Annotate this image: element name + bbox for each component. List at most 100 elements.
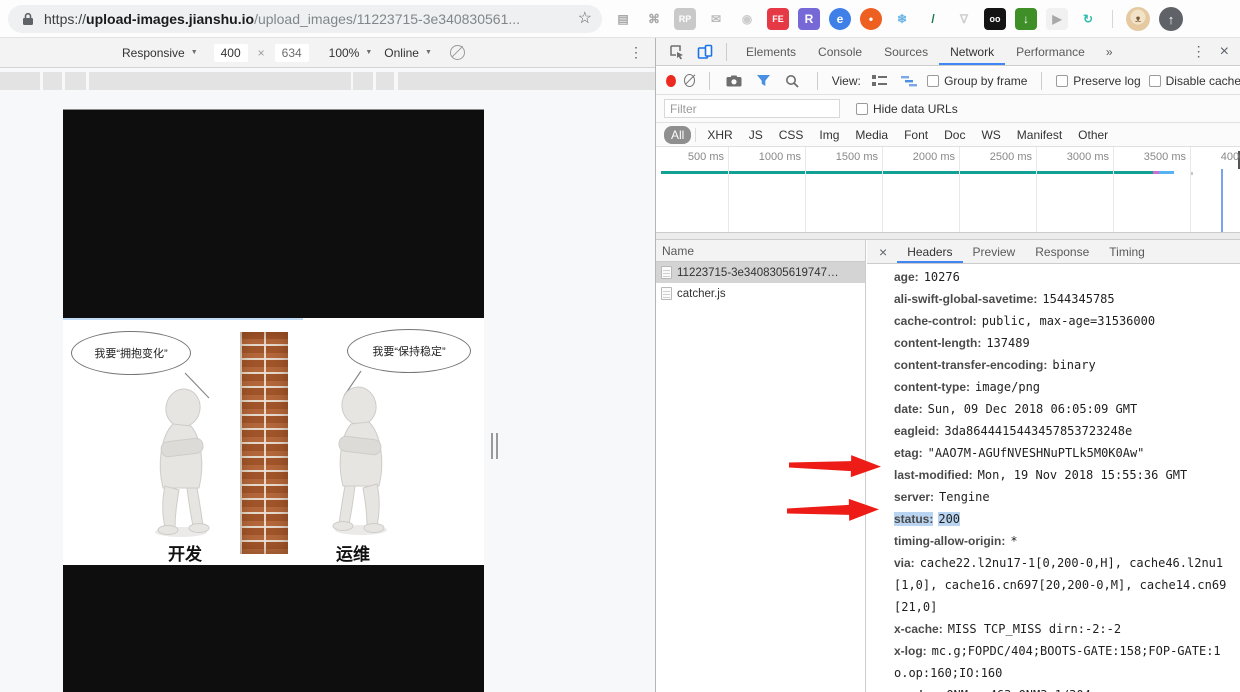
request-row[interactable]: 11223715-3e3408305619747… [656, 262, 865, 283]
close-details-icon[interactable]: × [867, 244, 897, 260]
detail-tab-response[interactable]: Response [1025, 240, 1099, 263]
ext-shield-icon[interactable]: ∇ [953, 8, 975, 30]
type-filter-doc[interactable]: Doc [937, 126, 972, 144]
ext-green-slash-icon[interactable]: / [922, 8, 944, 30]
lock-icon [22, 12, 34, 26]
type-filter-xhr[interactable]: XHR [700, 126, 739, 144]
file-icon [661, 266, 672, 279]
request-name: 11223715-3e3408305619747… [677, 266, 839, 279]
ext-copy-page-icon[interactable]: ▤ [612, 8, 634, 30]
ext-snowflake-icon[interactable]: ❄ [891, 8, 913, 30]
device-toolbar-toggle-icon[interactable] [692, 41, 718, 63]
more-tabs-button[interactable]: » [1098, 45, 1121, 59]
device-presets-bar[interactable] [0, 72, 655, 90]
device-preset-segment-0[interactable] [0, 72, 40, 90]
type-filter-font[interactable]: Font [897, 126, 935, 144]
tab-sources[interactable]: Sources [873, 38, 939, 65]
disable-cache-checkbox[interactable]: Disable cache [1148, 74, 1240, 88]
tab-elements[interactable]: Elements [735, 38, 807, 65]
ext-fe-icon[interactable]: FE [767, 8, 789, 30]
device-mode-select[interactable]: Responsive ▼ [122, 46, 198, 60]
waterfall-view-icon[interactable] [898, 70, 919, 92]
viewport-height-input[interactable]: 634 [274, 43, 309, 62]
type-filter-ws[interactable]: WS [974, 126, 1007, 144]
record-button[interactable] [666, 74, 676, 87]
header-line-x-cache: x-cache: MISS TCP_MISS dirn:-2:-2 [894, 618, 1240, 640]
pill-divider [695, 127, 697, 142]
network-throttle-select[interactable]: Online ▼ [384, 46, 432, 60]
header-value: public, max-age=31536000 [981, 314, 1156, 328]
ext-mail-icon[interactable]: ✉ [705, 8, 727, 30]
header-value: Mon, 19 Nov 2018 15:55:36 GMT [977, 468, 1188, 482]
header-value: Sun, 09 Dec 2018 06:05:09 GMT [927, 402, 1138, 416]
address-bar[interactable]: https://upload-images.jianshu.io/upload_… [8, 5, 602, 33]
capture-screenshots-icon[interactable] [724, 70, 745, 92]
large-rows-view-icon[interactable] [869, 70, 890, 92]
group-by-frame-checkbox[interactable]: Group by frame [927, 74, 1027, 88]
url-host: upload-images.jianshu.io [86, 11, 255, 27]
browser-update-button[interactable]: ↑ [1159, 7, 1183, 31]
filter-input[interactable] [664, 99, 840, 118]
request-row[interactable]: catcher.js [656, 283, 865, 304]
ext-rp-book-icon[interactable]: RP [674, 8, 696, 30]
overview-table-divider[interactable] [656, 232, 1240, 240]
filter-icon[interactable] [753, 70, 774, 92]
header-line-content-transfer-encoding: content-transfer-encoding: binary [894, 354, 1240, 376]
timeline-tick-label: 1500 ms [835, 151, 878, 163]
speech-text-left: 我要“拥抱变化” [94, 348, 168, 360]
profile-avatar[interactable]: ᴥ [1126, 7, 1150, 31]
device-preset-segment-3[interactable] [89, 72, 351, 90]
header-value: binary [1052, 358, 1096, 372]
ext-e-circle-icon[interactable]: e [829, 8, 851, 30]
tab-network[interactable]: Network [939, 38, 1005, 65]
ext-orange-circle-icon[interactable]: • [860, 8, 882, 30]
type-filter-all[interactable]: All [664, 125, 692, 144]
device-preset-segment-4[interactable] [353, 72, 373, 90]
devtools-close-icon[interactable]: × [1216, 43, 1240, 61]
viewport-resize-handle[interactable] [491, 433, 499, 459]
header-name: date: [894, 402, 923, 416]
device-preset-segment-1[interactable] [43, 72, 62, 90]
search-icon[interactable] [782, 70, 803, 92]
header-value: 3da8644415443457853723248e [944, 424, 1133, 438]
network-overview-timeline[interactable]: 500 ms 1000 ms 1500 ms 2000 ms 2500 ms 3000 m… [656, 147, 1240, 232]
header-value: o.op:160;IO:160 [894, 666, 1003, 680]
device-toolbar-menu-icon[interactable]: ⋮ [629, 44, 643, 61]
type-filter-manifest[interactable]: Manifest [1010, 126, 1069, 144]
device-preset-segment-5[interactable] [376, 72, 394, 90]
ext-download-icon[interactable]: ↓ [1015, 8, 1037, 30]
type-filter-css[interactable]: CSS [772, 126, 811, 144]
ext-atom-icon[interactable]: ◉ [736, 8, 758, 30]
preserve-log-checkbox[interactable]: Preserve log [1056, 74, 1141, 88]
name-column-header[interactable]: Name [656, 240, 865, 262]
timeline-tick-label: 2000 ms [912, 151, 955, 163]
checkbox-icon [856, 102, 868, 115]
ext-sync-icon[interactable]: ↻ [1077, 8, 1099, 30]
type-filter-other[interactable]: Other [1071, 126, 1115, 144]
bookmark-star-icon[interactable]: ☆ [578, 11, 592, 27]
tab-console[interactable]: Console [807, 38, 873, 65]
detail-tab-preview[interactable]: Preview [963, 240, 1026, 263]
hide-data-urls-checkbox[interactable]: Hide data URLs [856, 102, 958, 116]
url-text[interactable]: https://upload-images.jianshu.io/upload_… [44, 11, 520, 27]
ext-r-hexagon-icon[interactable]: R [798, 8, 820, 30]
ext-glasses-icon[interactable]: oo [984, 8, 1006, 30]
device-preset-segment-6[interactable] [398, 72, 655, 90]
inspect-element-icon[interactable] [664, 41, 690, 63]
devtools-menu-icon[interactable]: ⋮ [1182, 43, 1216, 60]
type-filter-media[interactable]: Media [848, 126, 895, 144]
zoom-select[interactable]: 100% ▼ [329, 46, 373, 60]
viewport-width-input[interactable]: 400 [213, 43, 248, 62]
clear-requests-icon[interactable] [683, 74, 695, 87]
type-filter-img[interactable]: Img [812, 126, 846, 144]
detail-tab-headers[interactable]: Headers [897, 240, 962, 263]
header-value: cache22.l2nu17-1[0,200-0,H], cache46.l2n… [919, 556, 1224, 570]
tab-performance[interactable]: Performance [1005, 38, 1096, 65]
header-name: timing-allow-origin: [894, 534, 1006, 548]
ext-sitemap-icon[interactable]: ⌘ [643, 8, 665, 30]
header-name: x-m-log: [894, 688, 941, 692]
detail-tab-timing[interactable]: Timing [1099, 240, 1155, 263]
ext-play-box-icon[interactable]: ▶ [1046, 8, 1068, 30]
type-filter-js[interactable]: JS [742, 126, 770, 144]
device-preset-segment-2[interactable] [65, 72, 86, 90]
